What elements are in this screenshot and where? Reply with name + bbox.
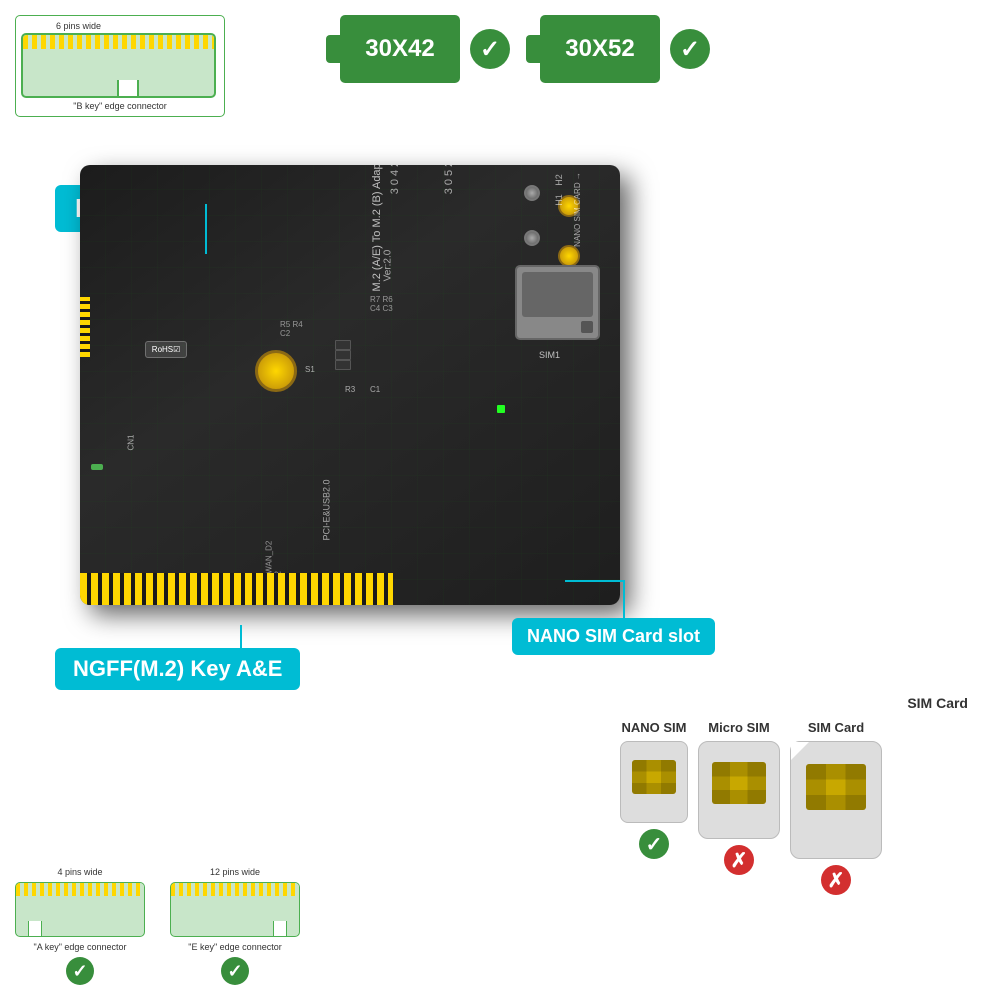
ekey-check: ✓ <box>221 957 249 985</box>
mount-hole-2 <box>558 245 580 267</box>
screw-2 <box>524 230 540 246</box>
size-30x52-label: 30X52 <box>565 35 634 63</box>
component-labels-2: R7 R6C4 C3 <box>370 295 393 313</box>
c1-label: C1 <box>370 385 380 394</box>
edge-connector-ae <box>80 573 393 605</box>
ekey-pins-label: 12 pins wide <box>210 867 260 877</box>
cn1-label: CN1 <box>127 434 136 450</box>
akey-card <box>15 882 145 937</box>
sim-full-item: SIM Card ✗ <box>790 720 882 895</box>
bottom-connectors: 4 pins wide "A key" edge connector ✓ 12 … <box>15 867 300 985</box>
sim-micro-check: ✗ <box>724 845 754 875</box>
annotation-line-ngff <box>240 625 242 650</box>
smd-2 <box>335 350 351 360</box>
sim-micro-label: Micro SIM <box>708 720 769 735</box>
size-3052-label: 3052 <box>443 165 455 194</box>
bkey-diagram-section: 6 pins wide "B key" edge connector <box>15 15 225 117</box>
size-card-30x52: 30X52 ✓ <box>540 15 710 83</box>
ekey-card <box>170 882 300 937</box>
yellow-circle-main <box>255 350 297 392</box>
size-30x42-check: ✓ <box>470 29 510 69</box>
ekey-diagram: 12 pins wide "E key" edge connector ✓ <box>170 867 300 985</box>
bkey-pins-label: 6 pins wide <box>21 21 219 31</box>
nano-sim-board-label: NANO SIM CARD → <box>573 172 582 247</box>
nano-sim-slot-label: NANO SIM Card slot <box>512 618 715 655</box>
akey-diagram: 4 pins wide "A key" edge connector ✓ <box>15 867 145 985</box>
size-card-30x42: 30X42 ✓ <box>340 15 510 83</box>
bkey-edge-label: "B key" edge connector <box>21 101 219 111</box>
sim1-label: SIM1 <box>539 350 560 360</box>
s1-label: S1 <box>305 365 315 374</box>
sim-nano-card <box>620 741 688 823</box>
component-labels: R5 R4C2 <box>280 320 303 338</box>
pcb-version-label: Ver:2.0 <box>382 250 393 282</box>
sim-full-label: SIM Card <box>808 720 864 735</box>
h1-label: H1 <box>554 194 564 206</box>
sim-micro-chip <box>712 762 766 804</box>
sim-micro-item: Micro SIM ✗ <box>698 720 780 875</box>
sim-slot-line-h <box>565 580 625 582</box>
sim-comparison: NANO SIM ✓ Micro SIM ✗ SIM Card <box>620 720 990 895</box>
screw-1 <box>524 185 540 201</box>
sim-full-chip <box>806 764 866 810</box>
size-30x52-check: ✓ <box>670 29 710 69</box>
akey-check: ✓ <box>66 957 94 985</box>
pcb-section: SIM1 S1 R3 C1 R5 R4C2 R7 R6C4 C3 M.2 (A/… <box>50 145 640 635</box>
led-green <box>497 405 505 413</box>
rohs-badge: RoHS☑ <box>145 341 188 358</box>
smd-1 <box>335 340 351 350</box>
akey-pins-label: 4 pins wide <box>57 867 102 877</box>
page: 6 pins wide "B key" edge connector 30X42… <box>0 0 1000 1000</box>
smd-3 <box>335 360 351 370</box>
sim-nano-item: NANO SIM ✓ <box>620 720 688 859</box>
size-3042-label: 3042 <box>389 165 401 194</box>
pcie-label: PCI-E&USB2.0 <box>322 479 332 540</box>
size-cards-section: 30X42 ✓ 30X52 ✓ <box>340 15 710 83</box>
sim-full-card <box>790 741 882 859</box>
h2-label: H2 <box>554 174 564 186</box>
size-30x42-label: 30X42 <box>365 35 434 63</box>
r3-label: R3 <box>345 385 355 394</box>
pcb-board: SIM1 S1 R3 C1 R5 R4C2 R7 R6C4 C3 M.2 (A/… <box>80 165 620 605</box>
sim-micro-card <box>698 741 780 839</box>
sim-nano-check: ✓ <box>639 829 669 859</box>
ngff-label: NGFF(M.2) Key A&E <box>55 648 300 690</box>
sim-nano-label: NANO SIM <box>622 720 687 735</box>
sim-slot <box>515 265 600 340</box>
annotation-line-ngff-h <box>120 648 240 650</box>
pcb-product-label: M.2 (A/E) To M.2 (B) Adapter <box>371 165 383 292</box>
sim-slot-line-v <box>623 580 625 620</box>
akey-edge-label: "A key" edge connector <box>34 942 127 952</box>
side-pads <box>80 297 90 357</box>
sim-nano-chip <box>632 760 676 794</box>
sim-card-top-label: SIM Card <box>907 695 968 711</box>
sim-full-check: ✗ <box>821 865 851 895</box>
ekey-edge-label: "E key" edge connector <box>188 942 281 952</box>
annotation-line-m2keyb <box>205 204 207 254</box>
led-indicator <box>91 464 103 470</box>
